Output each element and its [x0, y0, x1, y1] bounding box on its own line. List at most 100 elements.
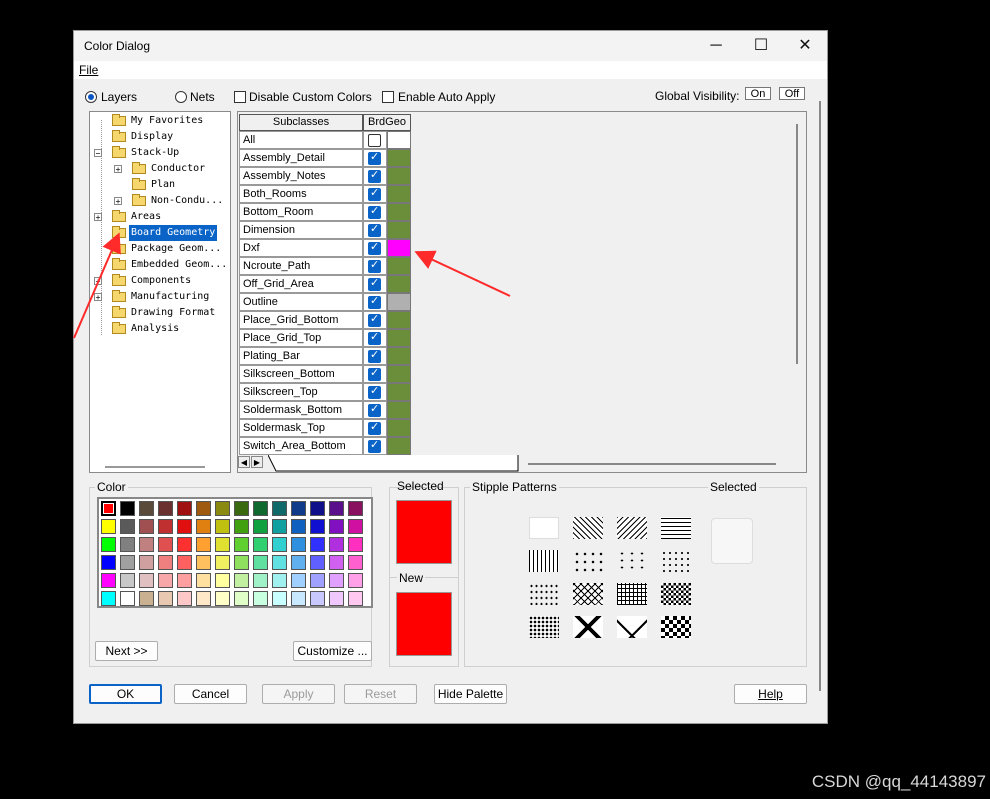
- stipple-pattern-swatch[interactable]: [661, 583, 691, 605]
- color-swatch[interactable]: [291, 573, 306, 588]
- color-swatch[interactable]: [158, 537, 173, 552]
- color-swatch[interactable]: [215, 537, 230, 552]
- color-swatch[interactable]: [234, 519, 249, 534]
- subclass-color-cell[interactable]: [387, 347, 411, 365]
- color-swatch[interactable]: [177, 573, 192, 588]
- expand-icon[interactable]: +: [94, 293, 102, 302]
- subclass-color-cell[interactable]: [387, 149, 411, 167]
- color-swatch[interactable]: [101, 537, 116, 552]
- grid-horizontal-scrollbar[interactable]: [528, 463, 776, 465]
- color-swatch[interactable]: [101, 573, 116, 588]
- color-swatch[interactable]: [310, 501, 325, 516]
- ok-button[interactable]: OK: [89, 684, 162, 704]
- layers-radio[interactable]: [85, 91, 97, 103]
- customize-button[interactable]: Customize ...: [293, 641, 372, 661]
- color-swatch[interactable]: [158, 555, 173, 570]
- color-swatch[interactable]: [329, 519, 344, 534]
- color-swatch[interactable]: [348, 537, 363, 552]
- stipple-pattern-swatch[interactable]: [573, 583, 603, 605]
- color-swatch[interactable]: [196, 591, 211, 606]
- color-swatch[interactable]: [329, 573, 344, 588]
- subclass-color-cell[interactable]: [387, 419, 411, 437]
- visibility-checkbox[interactable]: [368, 150, 381, 165]
- stipple-pattern-swatch[interactable]: [617, 517, 647, 539]
- visibility-checkbox[interactable]: [368, 222, 381, 237]
- color-swatch[interactable]: [196, 573, 211, 588]
- tree-item[interactable]: + Components: [94, 273, 224, 289]
- subclass-color-cell[interactable]: [387, 257, 411, 275]
- color-swatch[interactable]: [196, 519, 211, 534]
- color-swatch[interactable]: [329, 537, 344, 552]
- help-button[interactable]: Help: [734, 684, 807, 704]
- color-swatch[interactable]: [196, 555, 211, 570]
- hide-palette-button[interactable]: Hide Palette: [434, 684, 507, 704]
- color-swatch[interactable]: [329, 591, 344, 606]
- color-swatch[interactable]: [234, 537, 249, 552]
- stipple-pattern-swatch[interactable]: [661, 616, 691, 638]
- color-swatch[interactable]: [253, 555, 268, 570]
- tree-item[interactable]: + Non-Condu...: [114, 193, 229, 209]
- subclass-color-cell[interactable]: [387, 293, 411, 311]
- color-swatch[interactable]: [348, 591, 363, 606]
- tree-item-selected[interactable]: Board Geometry: [112, 225, 227, 241]
- color-swatch[interactable]: [291, 591, 306, 606]
- color-swatch[interactable]: [120, 519, 135, 534]
- visibility-checkbox[interactable]: [368, 420, 381, 435]
- visibility-on-button[interactable]: On: [745, 87, 771, 100]
- cancel-button[interactable]: Cancel: [174, 684, 247, 704]
- color-swatch[interactable]: [177, 519, 192, 534]
- color-swatch[interactable]: [139, 555, 154, 570]
- color-swatch[interactable]: [253, 573, 268, 588]
- visibility-checkbox[interactable]: [368, 168, 381, 183]
- color-swatch[interactable]: [348, 519, 363, 534]
- visibility-checkbox[interactable]: [368, 330, 381, 345]
- brdgeo-column-header[interactable]: BrdGeo: [363, 114, 411, 131]
- subclass-color-cell[interactable]: [387, 185, 411, 203]
- close-button[interactable]: ✕: [782, 31, 828, 61]
- maximize-button[interactable]: ☐: [738, 31, 784, 61]
- color-swatch[interactable]: [310, 537, 325, 552]
- enable-auto-apply-checkbox[interactable]: [382, 91, 394, 103]
- color-swatch[interactable]: [272, 591, 287, 606]
- color-swatch[interactable]: [253, 519, 268, 534]
- color-swatch[interactable]: [348, 555, 363, 570]
- tree-item[interactable]: − Stack-Up: [94, 145, 224, 161]
- subclass-color-cell[interactable]: [387, 275, 411, 293]
- color-swatch[interactable]: [139, 519, 154, 534]
- subclass-color-cell[interactable]: [387, 311, 411, 329]
- color-swatch[interactable]: [177, 501, 192, 516]
- color-swatch[interactable]: [215, 591, 230, 606]
- color-swatch[interactable]: [291, 501, 306, 516]
- tab-scroll-left-icon[interactable]: ◀: [238, 456, 250, 468]
- stipple-pattern-swatch[interactable]: [661, 550, 691, 572]
- color-swatch[interactable]: [177, 537, 192, 552]
- tree-item[interactable]: + Areas: [94, 209, 224, 225]
- dialog-scrollbar[interactable]: [819, 101, 821, 691]
- subclass-color-cell[interactable]: [387, 239, 411, 257]
- color-swatch[interactable]: [101, 501, 116, 516]
- color-swatch[interactable]: [177, 555, 192, 570]
- stipple-pattern-swatch[interactable]: [529, 550, 559, 572]
- layer-class-tree[interactable]: My Favorites Display − Stack-Up + Conduc…: [89, 111, 231, 473]
- subclass-color-cell[interactable]: [387, 329, 411, 347]
- color-swatch[interactable]: [215, 573, 230, 588]
- visibility-checkbox[interactable]: [368, 402, 381, 417]
- color-swatch[interactable]: [291, 555, 306, 570]
- tab-scroll-right-icon[interactable]: ▶: [251, 456, 263, 468]
- color-swatch[interactable]: [234, 501, 249, 516]
- stipple-pattern-swatch[interactable]: [529, 583, 559, 605]
- color-swatch[interactable]: [196, 501, 211, 516]
- apply-button[interactable]: Apply: [262, 684, 335, 704]
- visibility-checkbox[interactable]: [368, 258, 381, 273]
- visibility-checkbox[interactable]: [368, 348, 381, 363]
- reset-button[interactable]: Reset: [344, 684, 417, 704]
- color-swatch[interactable]: [310, 519, 325, 534]
- stipple-pattern-swatch[interactable]: [529, 517, 559, 539]
- color-swatch[interactable]: [234, 591, 249, 606]
- color-swatch[interactable]: [310, 573, 325, 588]
- tree-item[interactable]: + Conductor: [114, 161, 229, 177]
- subclass-color-cell[interactable]: [387, 203, 411, 221]
- nets-radio[interactable]: [175, 91, 187, 103]
- color-swatch[interactable]: [253, 537, 268, 552]
- color-swatch[interactable]: [272, 573, 287, 588]
